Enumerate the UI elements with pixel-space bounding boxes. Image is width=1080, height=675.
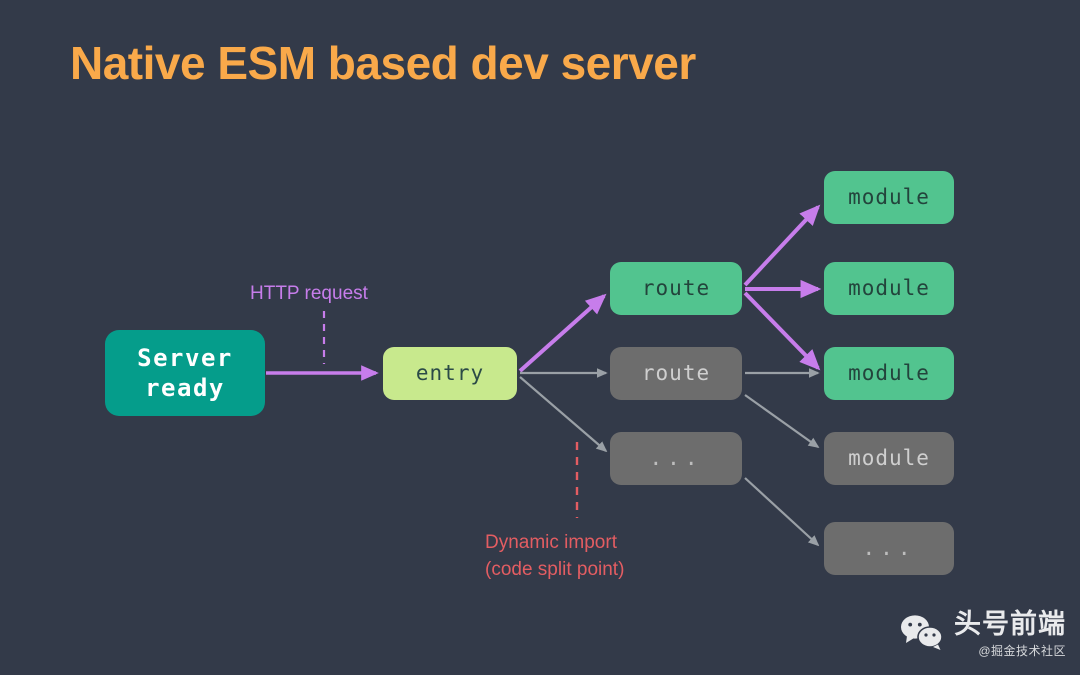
node-module-3-label: module <box>848 360 930 386</box>
page-title: Native ESM based dev server <box>70 36 696 90</box>
edge-route3-module5 <box>745 478 818 545</box>
node-module-1-label: module <box>848 184 930 210</box>
watermark-title: 头号前端 <box>954 610 1066 638</box>
node-route-inactive-label: route <box>642 360 710 386</box>
edge-route1-module1 <box>745 207 818 285</box>
node-module-4[interactable]: module <box>824 432 954 485</box>
node-route-active-label: route <box>642 275 710 301</box>
watermark-text: 头号前端 @掘金技术社区 <box>954 610 1066 659</box>
annotation-dynamic-import: Dynamic import (code split point) <box>485 530 624 584</box>
node-route-inactive[interactable]: route <box>610 347 742 400</box>
edge-entry-route3 <box>520 377 606 451</box>
node-module-4-label: module <box>848 445 930 471</box>
edge-entry-route1 <box>520 296 604 371</box>
slide-canvas: Native ESM based dev server <box>0 0 1080 675</box>
watermark: 头号前端 @掘金技术社区 <box>900 610 1066 659</box>
node-route-active[interactable]: route <box>610 262 742 315</box>
node-entry[interactable]: entry <box>383 347 517 400</box>
node-server-ready[interactable]: Server ready <box>105 330 265 416</box>
node-module-dots-label: ... <box>863 535 916 561</box>
node-module-2-label: module <box>848 275 930 301</box>
node-module-1[interactable]: module <box>824 171 954 224</box>
node-route-dots[interactable]: ... <box>610 432 742 485</box>
node-module-2[interactable]: module <box>824 262 954 315</box>
node-route-dots-label: ... <box>650 445 703 471</box>
node-server-ready-label: Server ready <box>137 343 233 403</box>
wechat-icon <box>900 613 944 656</box>
edge-route2-module4 <box>745 395 818 447</box>
edge-route1-module3 <box>745 293 818 368</box>
node-module-3[interactable]: module <box>824 347 954 400</box>
node-entry-label: entry <box>416 360 484 386</box>
node-module-dots[interactable]: ... <box>824 522 954 575</box>
watermark-subtitle: @掘金技术社区 <box>978 642 1066 659</box>
annotation-http-request: HTTP request <box>250 283 368 305</box>
